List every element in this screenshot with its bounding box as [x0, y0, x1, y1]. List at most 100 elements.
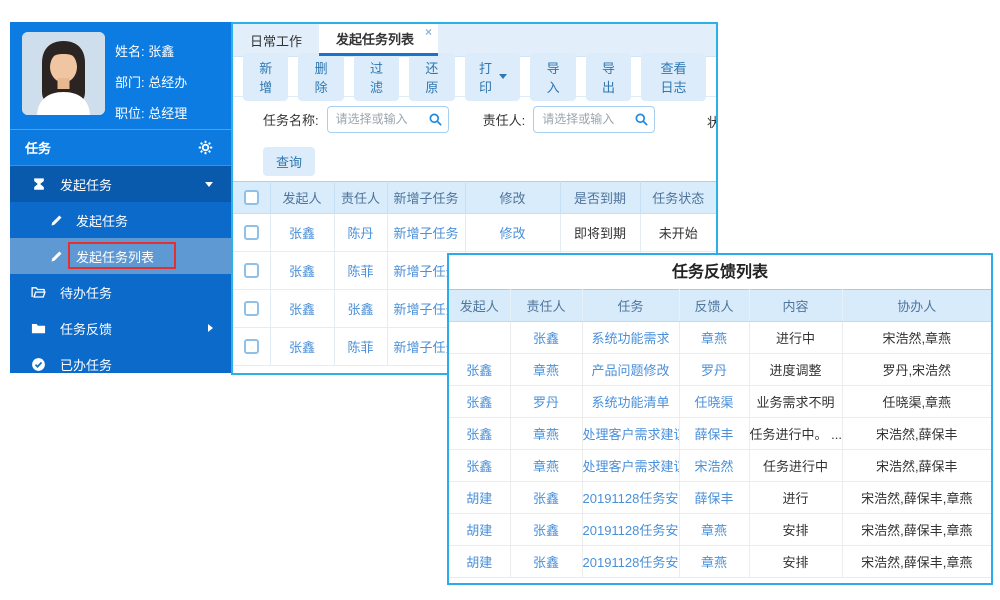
cell-link[interactable]: 章燕 [510, 450, 582, 482]
sidebar-item-label: 发起任务列表 [76, 247, 154, 266]
cell-text: 宋浩然,章燕 [842, 322, 991, 354]
tab-daily-work[interactable]: 日常工作 [233, 24, 319, 56]
row-checkbox-cell [233, 214, 270, 252]
cell-link[interactable]: 薛保丰 [679, 418, 749, 450]
search-icon[interactable] [428, 112, 443, 130]
cell-text: 宋浩然,薛保丰,章燕 [842, 546, 991, 578]
sidebar-item-label: 已办任务 [60, 355, 112, 374]
cell-link[interactable]: 20191128任务安排 [582, 514, 679, 546]
cell-link[interactable]: 系统功能清单 [582, 386, 679, 418]
table-row: 张鑫章燕产品问题修改罗丹进度调整罗丹,宋浩然 [449, 354, 991, 386]
sidebar-item-label: 任务反馈 [60, 319, 112, 338]
cell-link[interactable]: 陈菲 [334, 252, 387, 290]
cell-link[interactable]: 陈菲 [334, 328, 387, 366]
cell-link[interactable]: 20191128任务安排 [582, 546, 679, 578]
row-checkbox[interactable] [244, 301, 259, 316]
sidebar-item-todo-tasks[interactable]: 待办任务 [10, 274, 231, 310]
toolbar-button[interactable]: 导出 [586, 53, 631, 101]
table-row: 胡建张鑫20191128任务安排章燕安排宋浩然,薛保丰,章燕 [449, 514, 991, 546]
column-header: 修改 [465, 182, 560, 214]
toolbar-button-label: 导入 [543, 58, 562, 96]
cell-link[interactable]: 处理客户需求建议 [582, 418, 679, 450]
gear-icon[interactable] [198, 140, 213, 155]
toolbar-button[interactable]: 删除 [298, 53, 343, 101]
cell-link[interactable]: 胡建 [449, 482, 510, 514]
close-icon[interactable]: × [425, 25, 432, 39]
cell-link[interactable]: 张鑫 [334, 290, 387, 328]
select-all-checkbox[interactable] [244, 190, 259, 205]
cell-link[interactable]: 章燕 [679, 546, 749, 578]
header-checkbox-cell [233, 182, 270, 214]
toolbar-button-label: 查看日志 [654, 58, 693, 96]
tab-initiate-task-list[interactable]: 发起任务列表 × [319, 24, 438, 56]
cell-link[interactable]: 张鑫 [510, 546, 582, 578]
query-button[interactable]: 查询 [263, 147, 315, 176]
profile-position: 职位: 总经理 [115, 98, 187, 129]
table-row: 张鑫章燕处理客户需求建议薛保丰任务进行中。 ...宋浩然,薛保丰 [449, 418, 991, 450]
cell-link[interactable]: 章燕 [679, 514, 749, 546]
toolbar-button[interactable]: 查看日志 [641, 53, 706, 101]
cell-link[interactable]: 修改 [465, 214, 560, 252]
cell-link[interactable]: 陈丹 [334, 214, 387, 252]
cell-link[interactable]: 章燕 [510, 354, 582, 386]
cell-link[interactable]: 20191128任务安排 [582, 482, 679, 514]
cell-link[interactable]: 张鑫 [510, 514, 582, 546]
cell-link[interactable]: 宋浩然 [679, 450, 749, 482]
row-checkbox[interactable] [244, 263, 259, 278]
cell-link[interactable]: 章燕 [510, 418, 582, 450]
cell-link[interactable]: 章燕 [679, 322, 749, 354]
cell-link[interactable]: 胡建 [449, 546, 510, 578]
pencil-icon [48, 250, 65, 263]
sidebar-item-done-tasks[interactable]: 已办任务 [10, 346, 231, 373]
column-header: 新增子任务 [387, 182, 465, 214]
cell-link[interactable]: 张鑫 [449, 354, 510, 386]
cell-link[interactable]: 胡建 [449, 514, 510, 546]
cell-link[interactable]: 张鑫 [270, 214, 334, 252]
cell-text: 进行中 [749, 322, 842, 354]
cell-link[interactable]: 张鑫 [510, 482, 582, 514]
toolbar-button[interactable]: 导入 [530, 53, 575, 101]
sidebar-item-initiate-task-list[interactable]: 发起任务列表 [10, 238, 231, 274]
cell-link[interactable]: 罗丹 [679, 354, 749, 386]
cell-link[interactable]: 张鑫 [449, 418, 510, 450]
cell-link[interactable]: 任晓渠 [679, 386, 749, 418]
table-row: 胡建张鑫20191128任务安排薛保丰进行宋浩然,薛保丰,章燕 [449, 482, 991, 514]
cell-text: 宋浩然,薛保丰 [842, 450, 991, 482]
cell-link[interactable]: 产品问题修改 [582, 354, 679, 386]
cell-link[interactable]: 张鑫 [449, 450, 510, 482]
search-icon[interactable] [634, 112, 649, 130]
cell-link[interactable]: 张鑫 [270, 328, 334, 366]
toolbar-button[interactable]: 新增 [243, 53, 288, 101]
cell-link[interactable]: 薛保丰 [679, 482, 749, 514]
row-checkbox-cell [233, 328, 270, 366]
popup-title: 任务反馈列表 [449, 255, 991, 289]
column-header: 任务 [582, 290, 679, 322]
toolbar-button[interactable]: 还原 [409, 53, 454, 101]
sidebar-item-task-feedback[interactable]: 任务反馈 [10, 310, 231, 346]
cell-link[interactable]: 张鑫 [270, 290, 334, 328]
query-button-label: 查询 [276, 152, 302, 171]
row-checkbox[interactable] [244, 225, 259, 240]
cell-link[interactable]: 张鑫 [270, 252, 334, 290]
row-checkbox[interactable] [244, 339, 259, 354]
toolbar: 新增删除过滤还原打印导入导出查看日志 [233, 57, 716, 97]
toolbar-button[interactable]: 过滤 [354, 53, 399, 101]
cell-text: 进行 [749, 482, 842, 514]
row-checkbox-cell [233, 252, 270, 290]
toolbar-button-label: 导出 [599, 58, 618, 96]
column-header: 是否到期 [560, 182, 640, 214]
query-row: 查询 [233, 141, 716, 181]
owner-label: 责任人: [483, 110, 526, 129]
avatar [22, 32, 105, 115]
column-header: 协办人 [842, 290, 991, 322]
avatar-photo-placeholder [22, 32, 105, 115]
toolbar-button[interactable]: 打印 [465, 53, 521, 101]
cell-link[interactable]: 张鑫 [510, 322, 582, 354]
cell-link[interactable]: 处理客户需求建议 [582, 450, 679, 482]
cell-link[interactable]: 新增子任务 [387, 214, 465, 252]
sidebar-item-initiate-task[interactable]: 发起任务 [10, 202, 231, 238]
cell-link[interactable]: 张鑫 [449, 386, 510, 418]
sidebar-item-initiate-task-group[interactable]: 发起任务 [10, 166, 231, 202]
cell-link[interactable]: 系统功能需求 [582, 322, 679, 354]
cell-link[interactable]: 罗丹 [510, 386, 582, 418]
